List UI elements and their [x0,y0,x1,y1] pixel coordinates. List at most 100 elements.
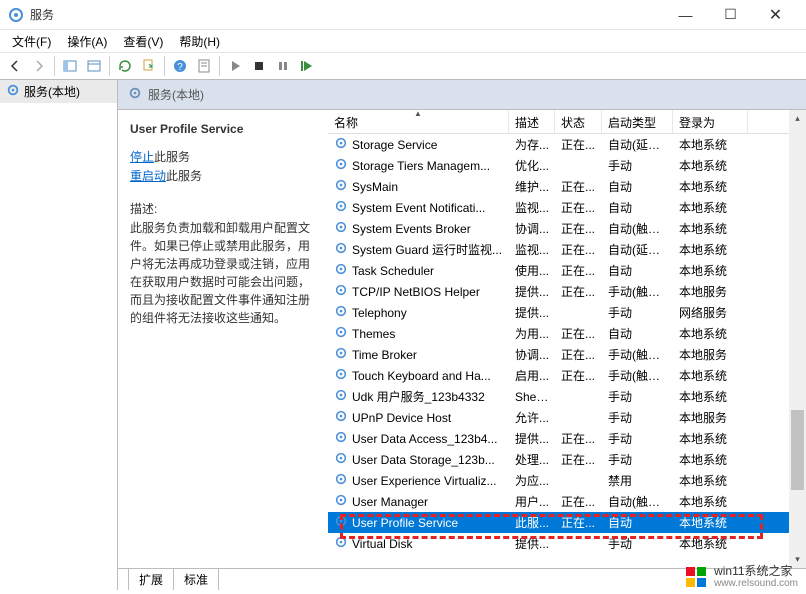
service-row[interactable]: TCP/IP NetBIOS Helper提供...正在...手动(触发...本… [328,281,806,302]
gear-icon [334,514,348,531]
service-logon: 本地系统 [673,472,748,489]
export-button[interactable] [83,55,105,77]
service-status: 正在... [555,262,602,279]
service-row[interactable]: Virtual Disk提供...手动本地系统 [328,533,806,554]
service-row[interactable]: Time Broker协调...正在...手动(触发...本地服务 [328,344,806,365]
service-startup: 自动 [602,178,673,195]
service-desc: 为存... [509,136,555,153]
service-row[interactable]: UPnP Device Host允许...手动本地服务 [328,407,806,428]
service-list: 名称▲ 描述 状态 启动类型 登录为 Storage Service为存...正… [328,110,806,568]
menu-action[interactable]: 操作(A) [59,31,115,52]
service-row[interactable]: System Event Notificati...监视...正在...自动本地… [328,197,806,218]
service-desc: 协调... [509,220,555,237]
service-desc: 用户... [509,493,555,510]
service-name: System Guard 运行时监视... [352,241,502,258]
service-row[interactable]: User Profile Service此服...正在...自动本地系统 [328,512,806,533]
gear-icon [334,535,348,552]
maximize-button[interactable]: ☐ [708,0,753,30]
detail-pane: User Profile Service 停止此服务 重启动此服务 描述: 此服… [118,110,328,568]
service-startup: 自动 [602,199,673,216]
stop-service-button[interactable] [248,55,270,77]
service-row[interactable]: User Data Storage_123b...处理...正在...手动本地系… [328,449,806,470]
service-startup: 手动(触发... [602,367,673,384]
service-desc: 监视... [509,241,555,258]
tab-extended[interactable]: 扩展 [128,568,174,590]
service-status: 正在... [555,220,602,237]
service-row[interactable]: Udk 用户服务_123b4332Shell...手动本地系统 [328,386,806,407]
service-row[interactable]: Telephony提供...手动网络服务 [328,302,806,323]
scrollbar-thumb[interactable] [791,410,804,490]
service-name: Telephony [352,306,407,320]
restart-service-link[interactable]: 重启动 [130,169,166,183]
service-row[interactable]: System Guard 运行时监视...监视...正在...自动(延迟...本… [328,239,806,260]
close-button[interactable]: ✕ [753,0,798,30]
service-status: 正在... [555,199,602,216]
service-desc: 启用... [509,367,555,384]
back-button[interactable] [4,55,26,77]
gear-icon [334,346,348,363]
service-row[interactable]: SysMain维护...正在...自动本地系统 [328,176,806,197]
vertical-scrollbar[interactable]: ▴ ▾ [789,110,806,568]
column-startup[interactable]: 启动类型 [602,110,673,133]
svg-text:?: ? [177,62,183,73]
service-desc: 允许... [509,409,555,426]
menu-view[interactable]: 查看(V) [115,31,171,52]
restart-service-button[interactable] [296,55,318,77]
menu-file[interactable]: 文件(F) [4,31,59,52]
service-logon: 本地系统 [673,451,748,468]
column-status[interactable]: 状态 [555,110,602,133]
gear-icon [334,241,348,258]
column-description[interactable]: 描述 [509,110,555,133]
column-logon[interactable]: 登录为 [673,110,748,133]
service-logon: 本地服务 [673,283,748,300]
service-row[interactable]: User Experience Virtualiz...为应...禁用本地系统 [328,470,806,491]
forward-button[interactable] [28,55,50,77]
service-status: 正在... [555,325,602,342]
refresh-button[interactable] [114,55,136,77]
service-startup: 自动(延迟... [602,136,673,153]
titlebar: 服务 — ☐ ✕ [0,0,806,30]
column-name[interactable]: 名称▲ [328,110,509,133]
service-name: System Event Notificati... [352,201,485,215]
service-name: Task Scheduler [352,264,434,278]
watermark: win11系统之家 www.relsound.com [684,565,798,589]
service-row[interactable]: System Events Broker协调...正在...自动(触发...本地… [328,218,806,239]
properties-button[interactable] [193,55,215,77]
minimize-button[interactable]: — [663,0,708,30]
service-row[interactable]: Touch Keyboard and Ha...启用...正在...手动(触发.… [328,365,806,386]
tree-root-item[interactable]: 服务(本地) [0,80,117,103]
service-desc: 为用... [509,325,555,342]
export-list-button[interactable] [138,55,160,77]
service-name: User Profile Service [352,516,458,530]
service-startup: 自动(延迟... [602,241,673,258]
gear-icon [334,220,348,237]
service-status: 正在... [555,514,602,531]
service-startup: 自动 [602,325,673,342]
service-row[interactable]: Storage Tiers Managem...优化...手动本地系统 [328,155,806,176]
gear-icon [334,493,348,510]
tab-standard[interactable]: 标准 [173,568,219,590]
start-service-button[interactable] [224,55,246,77]
toolbar-divider [109,56,110,76]
description-text: 此服务负责加载和卸载用户配置文件。如果已停止或禁用此服务，用户将无法再成功登录或… [130,219,318,327]
service-row[interactable]: User Manager用户...正在...自动(触发...本地系统 [328,491,806,512]
service-row[interactable]: User Data Access_123b4...提供...正在...手动本地系… [328,428,806,449]
restart-suffix: 此服务 [166,169,202,183]
scroll-up-button[interactable]: ▴ [789,110,806,127]
service-row[interactable]: Task Scheduler使用...正在...自动本地系统 [328,260,806,281]
watermark-line1: win11系统之家 [714,565,798,578]
help-button[interactable]: ? [169,55,191,77]
service-name: Time Broker [352,348,417,362]
service-startup: 手动 [602,388,673,405]
service-name: User Experience Virtualiz... [352,474,497,488]
service-logon: 本地系统 [673,367,748,384]
menu-help[interactable]: 帮助(H) [171,31,228,52]
show-hide-button[interactable] [59,55,81,77]
stop-service-link[interactable]: 停止 [130,150,154,164]
service-name: UPnP Device Host [352,411,451,425]
service-row[interactable]: Themes为用...正在...自动本地系统 [328,323,806,344]
service-desc: 使用... [509,262,555,279]
service-row[interactable]: Storage Service为存...正在...自动(延迟...本地系统 [328,134,806,155]
pause-service-button[interactable] [272,55,294,77]
watermark-line2: www.relsound.com [714,578,798,589]
